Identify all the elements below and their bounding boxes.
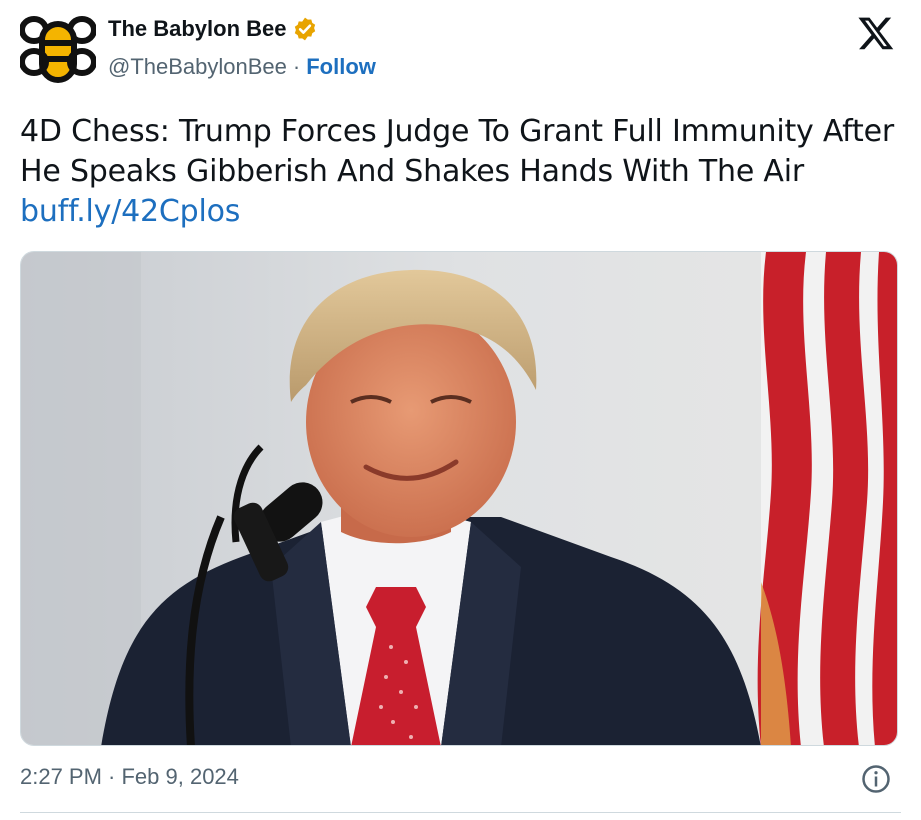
tweet-text: 4D Chess: Trump Forces Judge To Grant Fu… <box>20 114 894 189</box>
tweet-link[interactable]: buff.ly/42Cplos <box>20 194 240 229</box>
author-name-row: The Babylon Bee <box>108 14 376 44</box>
flag <box>757 252 897 745</box>
tweet-timestamp[interactable]: 2:27 PM · Feb 9, 2024 <box>20 764 239 790</box>
media-photo <box>21 252 897 745</box>
avatar[interactable] <box>19 10 97 86</box>
bee-logo-icon <box>19 16 97 83</box>
x-logo-icon[interactable] <box>857 14 895 52</box>
tweet-media-image[interactable] <box>20 251 898 746</box>
handle-separator: · <box>292 54 301 79</box>
tweet-body: 4D Chess: Trump Forces Judge To Grant Fu… <box>20 112 910 232</box>
verified-badge-icon[interactable] <box>292 16 318 42</box>
tweet-author: The Babylon Bee @TheBabylonBee · Follow <box>108 14 376 80</box>
info-icon[interactable] <box>861 764 891 794</box>
divider <box>20 812 901 813</box>
author-display-name[interactable]: The Babylon Bee <box>108 16 286 42</box>
follow-button[interactable]: Follow <box>306 54 376 80</box>
author-handle[interactable]: @TheBabylonBee <box>108 54 287 80</box>
author-handle-row: @TheBabylonBee · Follow <box>108 54 376 80</box>
